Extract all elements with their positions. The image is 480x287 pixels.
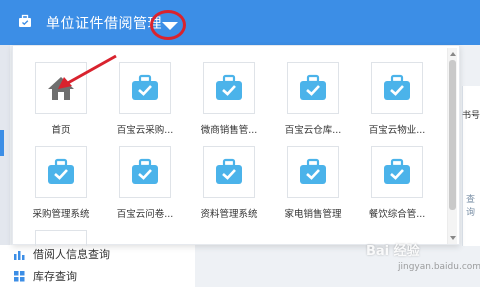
sidebar-item-inventory-query[interactable]: 库存查询 bbox=[14, 268, 77, 284]
tile-icon-box bbox=[119, 146, 171, 198]
tile-icon-box bbox=[287, 146, 339, 198]
briefcase-check-icon bbox=[384, 158, 410, 184]
briefcase-check-icon bbox=[132, 158, 158, 184]
tile-label: 采购管理系统 bbox=[32, 209, 90, 220]
briefcase-check-icon bbox=[216, 158, 242, 184]
top-bar: 单位证件借阅管理 bbox=[0, 0, 480, 45]
sidebar-item-label: 库存查询 bbox=[33, 270, 77, 283]
watermark-logo: Bai 经验 bbox=[366, 244, 420, 259]
tile-catering[interactable]: 餐饮综合管... bbox=[357, 146, 437, 220]
briefcase-check-icon bbox=[384, 74, 410, 100]
tile-label: 首页 bbox=[51, 125, 71, 136]
tile-appliance-sales[interactable]: 家电销售管理 bbox=[273, 146, 353, 220]
column-header-partial: 书号 bbox=[462, 111, 480, 121]
briefcase-check-icon bbox=[132, 74, 158, 100]
tile-label: 百宝云问卷... bbox=[116, 209, 174, 220]
watermark-url: jingyan.baidu.com bbox=[398, 262, 480, 272]
scroll-thumb[interactable] bbox=[449, 60, 456, 210]
grid-icon bbox=[14, 270, 25, 281]
tile-icon-box bbox=[203, 146, 255, 198]
sidebar-active-indicator bbox=[0, 130, 4, 156]
app-briefcase-icon bbox=[19, 14, 31, 27]
tile-icon-box bbox=[371, 62, 423, 114]
briefcase-check-icon bbox=[216, 74, 242, 100]
scroll-down-icon[interactable] bbox=[450, 236, 456, 240]
tile-icon-box bbox=[119, 62, 171, 114]
tile-label: 餐饮综合管... bbox=[368, 209, 426, 220]
module-dropdown-button[interactable] bbox=[150, 10, 186, 40]
tile-label: 百宝云采购... bbox=[116, 125, 174, 136]
briefcase-check-icon bbox=[48, 158, 74, 184]
tile-procurement[interactable]: 采购管理系统 bbox=[21, 146, 101, 220]
caret-down-icon bbox=[162, 22, 178, 30]
bar-chart-icon bbox=[14, 250, 25, 260]
tile-label: 百宝云仓库... bbox=[284, 125, 342, 136]
dropdown-scrollbar[interactable] bbox=[447, 48, 457, 244]
tile-label: 资料管理系统 bbox=[200, 209, 258, 220]
tile-label: 百宝云物业... bbox=[368, 125, 426, 136]
query-button-partial[interactable]: 查询 bbox=[466, 192, 480, 218]
tile-icon-box bbox=[287, 62, 339, 114]
tile-survey[interactable]: 百宝云问卷... bbox=[105, 146, 185, 220]
tile-label: 家电销售管理 bbox=[284, 209, 342, 220]
tile-label: 微商销售管... bbox=[200, 125, 258, 136]
tile-documents[interactable]: 资料管理系统 bbox=[189, 146, 269, 220]
annotation-arrow-icon bbox=[58, 54, 117, 89]
scroll-up-icon[interactable] bbox=[450, 52, 456, 56]
briefcase-check-icon bbox=[300, 158, 326, 184]
tile-warehouse[interactable]: 百宝云仓库... bbox=[273, 62, 353, 136]
sidebar-item-borrower-query[interactable]: 借阅人信息查询 bbox=[14, 246, 110, 262]
app-title: 单位证件借阅管理 bbox=[46, 16, 162, 32]
tile-partial[interactable] bbox=[35, 230, 87, 246]
tile-icon-box bbox=[35, 146, 87, 198]
sidebar-item-label: 借阅人信息查询 bbox=[33, 248, 110, 261]
tile-property[interactable]: 百宝云物业... bbox=[357, 62, 437, 136]
tile-icon-box bbox=[371, 146, 423, 198]
tile-icon-box bbox=[203, 62, 255, 114]
tile-wechat-sales[interactable]: 微商销售管... bbox=[189, 62, 269, 136]
briefcase-check-icon bbox=[300, 74, 326, 100]
